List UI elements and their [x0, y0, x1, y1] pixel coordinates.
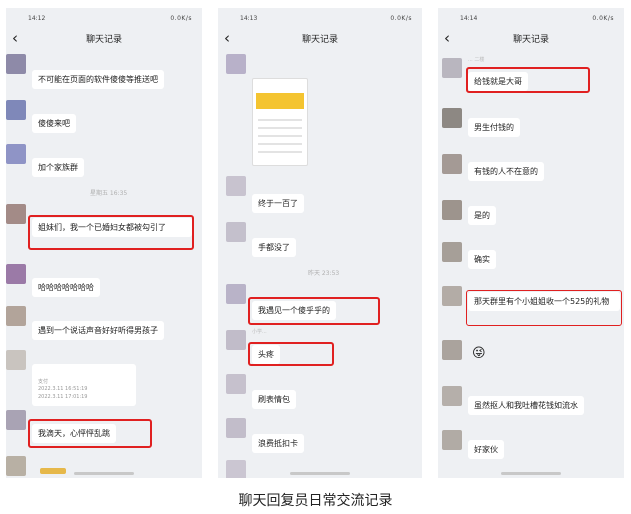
- chat-panel-2: 14:13 0.0K/s ‹ 聊天记录 终于一百了 手都没了 昨天 23:53 …: [218, 8, 422, 478]
- message-bubble: 好家伙: [468, 440, 504, 459]
- timestamp: 星期五 16:35: [90, 190, 128, 197]
- highlight-box: [28, 419, 152, 448]
- message-bubble: 浪费抵扣卡: [252, 434, 304, 453]
- chat-panel-1: 14:12 0.0K/s ‹ 聊天记录 不可能在页面的软件傻傻等推送吧 傻傻来吧…: [6, 8, 202, 478]
- message-bubble: 哈哈哈哈哈哈哈: [32, 278, 100, 297]
- status-bar: 14:14 0.0K/s: [438, 8, 624, 28]
- status-time: 14:13: [240, 15, 258, 22]
- message-bubble: 不可能在页面的软件傻傻等推送吧: [32, 70, 164, 89]
- status-net-speed: 0.0K/s: [170, 15, 192, 22]
- avatar[interactable]: [442, 154, 462, 174]
- message-bubble: 刷表情包: [252, 390, 296, 409]
- avatar[interactable]: [442, 58, 462, 78]
- message-bubble: 加个家族群: [32, 158, 84, 177]
- home-indicator: [74, 472, 134, 475]
- figure-caption: 聊天回复员日常交流记录: [238, 493, 393, 509]
- card-title: 支付: [38, 379, 49, 385]
- message-bubble: 傻傻来吧: [32, 114, 76, 133]
- sender-nickname: 小学...: [252, 329, 267, 335]
- avatar[interactable]: [6, 350, 26, 370]
- message-bubble: 有钱的人不在意的: [468, 162, 544, 181]
- message-bubble: 男生付钱的: [468, 118, 520, 137]
- timestamp: 昨天 23:53: [308, 270, 340, 277]
- avatar[interactable]: [226, 418, 246, 438]
- avatar[interactable]: [226, 54, 246, 74]
- message-bubble: 手都没了: [252, 238, 296, 257]
- home-indicator: [501, 472, 561, 475]
- avatar[interactable]: [442, 286, 462, 306]
- sender-nickname: ... 二楼: [468, 57, 485, 63]
- message-bubble: 虽然抠人和我吐槽花钱如流水: [468, 396, 584, 415]
- avatar[interactable]: [6, 410, 26, 430]
- card-line: 2022.3.11 17:01:19: [38, 394, 88, 400]
- sticker-thumbnail[interactable]: [40, 468, 66, 474]
- avatar[interactable]: [442, 108, 462, 128]
- avatar[interactable]: [6, 100, 26, 120]
- chat-header: ‹ 聊天记录: [218, 28, 422, 50]
- avatar[interactable]: [6, 264, 26, 284]
- payment-card[interactable]: 支付 2022.3.11 16:51:19 2022.3.11 17:01:19: [32, 364, 136, 406]
- highlight-box: [28, 215, 194, 250]
- highlight-box: [248, 297, 380, 325]
- highlight-box: [466, 290, 622, 326]
- status-time: 14:14: [460, 15, 478, 22]
- highlight-box: [466, 67, 590, 93]
- avatar[interactable]: [6, 456, 26, 476]
- avatar[interactable]: [226, 460, 246, 478]
- status-bar: 14:13 0.0K/s: [218, 8, 422, 28]
- avatar[interactable]: [226, 330, 246, 350]
- avatar[interactable]: [226, 176, 246, 196]
- avatar[interactable]: [442, 242, 462, 262]
- avatar[interactable]: [226, 222, 246, 242]
- message-bubble: 终于一百了: [252, 194, 304, 213]
- status-net-speed: 0.0K/s: [390, 15, 412, 22]
- card-line: 2022.3.11 16:51:19: [38, 386, 88, 392]
- avatar[interactable]: [6, 144, 26, 164]
- header-title: 聊天记录: [512, 35, 549, 45]
- avatar[interactable]: [226, 374, 246, 394]
- status-bar: 14:12 0.0K/s: [6, 8, 202, 28]
- status-net-speed: 0.0K/s: [592, 15, 614, 22]
- chat-panel-3: 14:14 0.0K/s ‹ 聊天记录 ... 二楼 给钱就是大哥 男生付钱的 …: [438, 8, 624, 478]
- message-bubble: 确实: [468, 250, 496, 269]
- header-title: 聊天记录: [301, 35, 338, 45]
- avatar[interactable]: [442, 430, 462, 450]
- header-title: 聊天记录: [85, 35, 122, 45]
- chat-header: ‹ 聊天记录: [6, 28, 202, 50]
- avatar[interactable]: [6, 306, 26, 326]
- highlight-box: [248, 342, 334, 366]
- message-bubble: 遇到一个说话声音好好听得男孩子: [32, 321, 164, 340]
- chat-header: ‹ 聊天记录: [438, 28, 624, 50]
- message-bubble: 是的: [468, 206, 496, 225]
- emoji-message: 😜: [472, 346, 486, 361]
- avatar[interactable]: [442, 386, 462, 406]
- avatar[interactable]: [442, 340, 462, 360]
- status-time: 14:12: [28, 15, 46, 22]
- avatar[interactable]: [6, 204, 26, 224]
- home-indicator: [290, 472, 350, 475]
- avatar[interactable]: [6, 54, 26, 74]
- avatar[interactable]: [442, 200, 462, 220]
- screenshot-image[interactable]: [252, 78, 308, 166]
- avatar[interactable]: [226, 284, 246, 304]
